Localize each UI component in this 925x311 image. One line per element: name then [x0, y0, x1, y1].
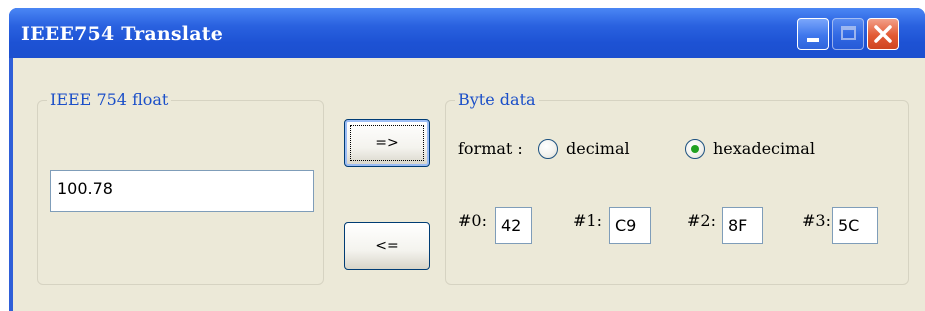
hexadecimal-radio[interactable] — [685, 139, 705, 159]
byte3-label: #3: — [802, 211, 831, 230]
float-groupbox: IEEE 754 float 100.78 — [37, 90, 324, 285]
close-button[interactable] — [867, 18, 899, 50]
minimize-button[interactable] — [797, 18, 829, 50]
client-area: IEEE 754 float 100.78 => <= Byte data fo… — [13, 58, 925, 311]
float-value-input[interactable]: 100.78 — [50, 170, 314, 212]
decimal-radio[interactable] — [538, 139, 558, 159]
maximize-icon — [841, 26, 856, 40]
byte1-label: #1: — [573, 211, 602, 230]
float-group-legend: IEEE 754 float — [47, 90, 172, 110]
maximize-button — [832, 18, 864, 50]
byte3-input[interactable]: 5C — [832, 207, 878, 244]
convert-to-float-button[interactable]: <= — [344, 222, 430, 270]
minimize-icon — [807, 38, 819, 42]
focus-rectangle — [350, 125, 424, 161]
hexadecimal-radio-label[interactable]: hexadecimal — [713, 139, 815, 159]
byte2-label: #2: — [687, 211, 716, 230]
format-label: format : — [458, 139, 523, 158]
title-bar[interactable]: IEEE754 Translate — [9, 8, 925, 58]
byte0-label: #0: — [458, 211, 487, 230]
decimal-radio-label[interactable]: decimal — [566, 139, 630, 159]
app-window: IEEE754 Translate IEEE 754 float 100.78 … — [9, 8, 925, 311]
close-icon — [874, 25, 892, 43]
byte-data-groupbox: Byte data format : decimal hexadecimal #… — [445, 90, 909, 285]
byte1-input[interactable]: C9 — [609, 207, 651, 244]
byte2-input[interactable]: 8F — [722, 207, 763, 244]
window-title: IEEE754 Translate — [21, 23, 223, 45]
radio-selected-dot — [691, 145, 699, 153]
convert-to-float-label: <= — [375, 238, 399, 254]
byte-group-legend: Byte data — [455, 90, 539, 110]
byte0-input[interactable]: 42 — [495, 207, 532, 244]
convert-to-bytes-button[interactable]: => — [344, 119, 430, 167]
